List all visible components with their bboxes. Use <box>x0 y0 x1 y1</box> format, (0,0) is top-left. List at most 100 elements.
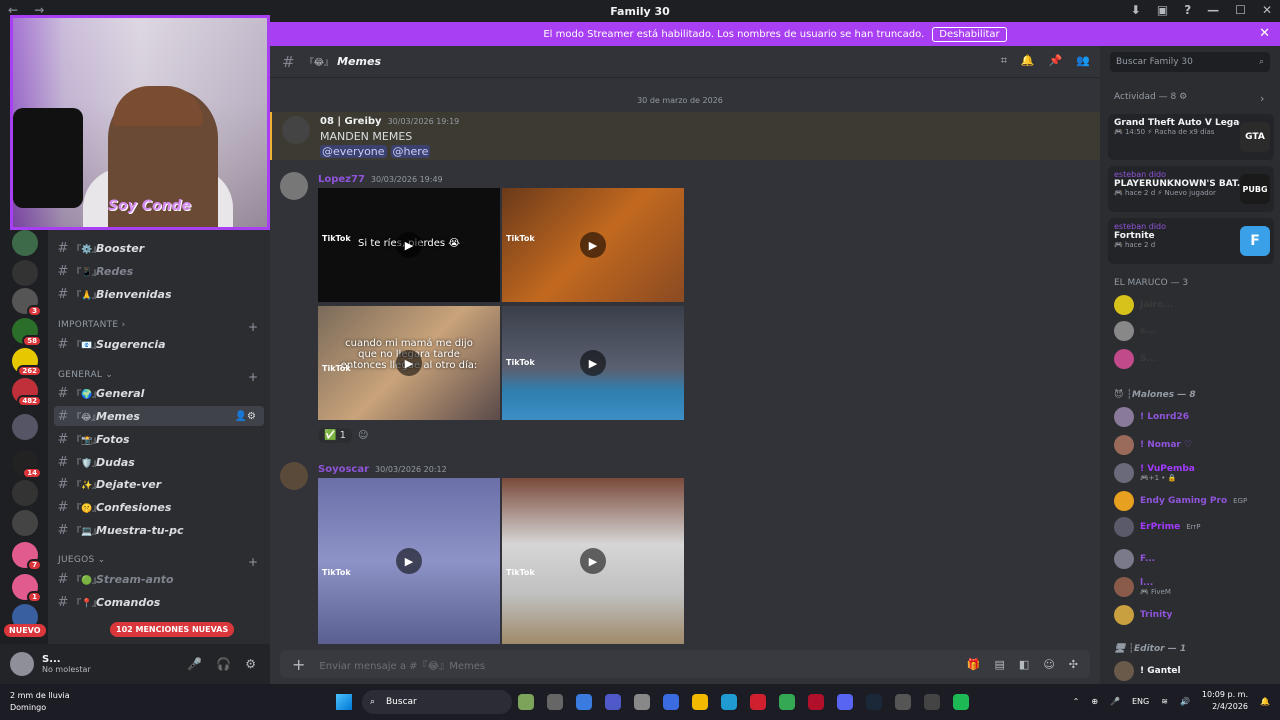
new-pill[interactable]: NUEVO <box>4 624 46 637</box>
message-input-placeholder[interactable]: Enviar mensaje a #『😂』Memes <box>319 657 485 672</box>
server-icon[interactable]: 7 <box>12 542 42 571</box>
play-icon[interactable]: ▶ <box>396 232 422 258</box>
threads-icon[interactable]: ⌗ <box>1001 54 1007 68</box>
server-icon[interactable] <box>12 414 38 440</box>
taskbar-search[interactable]: ⌕ Buscar <box>362 690 512 714</box>
channel-muestra-tu-pc[interactable]: # 『💻』 Muestra-tu-pc <box>54 520 264 540</box>
app-icon[interactable] <box>518 694 534 710</box>
app-icon[interactable] <box>866 694 882 710</box>
video-embed[interactable]: TikTok ▶ <box>502 188 684 302</box>
avatar[interactable] <box>282 116 310 144</box>
server-icon[interactable] <box>12 480 38 506</box>
add-reaction-icon[interactable]: ☺ <box>358 430 368 441</box>
member-item[interactable]: ! Gantel <box>1114 660 1181 682</box>
gift-icon[interactable]: 🎁 <box>967 658 981 671</box>
gif-icon[interactable]: ▤ <box>995 658 1005 671</box>
search-icon[interactable]: ⌕ <box>1259 57 1264 67</box>
member-item[interactable]: ! Lonrd26 <box>1114 406 1189 428</box>
app-icon[interactable] <box>808 694 824 710</box>
channel-memes[interactable]: # 『😂』 Memes 👤⚙ <box>54 406 264 426</box>
member-item[interactable]: S... <box>1114 348 1157 370</box>
emoji-icon[interactable]: ☺ <box>1043 658 1054 671</box>
add-channel-icon[interactable]: + <box>248 370 258 384</box>
app-icon[interactable] <box>953 694 969 710</box>
play-icon[interactable]: ▶ <box>396 350 422 376</box>
video-embed[interactable]: Si te ríes, pierdes 😭 TikTok ▶ <box>318 188 500 302</box>
network-icon[interactable]: ⊕ <box>1091 697 1098 706</box>
server-icon[interactable]: 482 <box>12 378 42 407</box>
weather-widget[interactable]: 2 mm de lluvia Domingo <box>10 690 70 714</box>
channel-booster[interactable]: # 『⚙️』 Booster <box>54 238 264 258</box>
help-icon[interactable]: ? <box>1184 3 1191 17</box>
add-channel-icon[interactable]: + <box>248 555 258 569</box>
apps-icon[interactable]: ✣ <box>1069 658 1078 671</box>
category-general[interactable]: GENERAL ⌄ + <box>58 370 258 384</box>
headphones-icon[interactable]: 🎧 <box>216 657 231 671</box>
member-item[interactable]: ErPrime ErrP <box>1114 516 1200 538</box>
app-icon[interactable] <box>576 694 592 710</box>
invite-settings-icons[interactable]: 👤⚙ <box>235 411 256 422</box>
search-input[interactable]: Buscar Family 30 ⌕ <box>1110 52 1270 72</box>
sticker-icon[interactable]: ◧ <box>1019 658 1029 671</box>
member-item[interactable]: Endy Gaming Pro EGP <box>1114 490 1247 512</box>
mention-here[interactable]: @here <box>390 145 431 158</box>
video-embed[interactable]: TikTok ▶ <box>502 306 684 420</box>
message-composer[interactable]: + Enviar mensaje a #『😂』Memes 🎁 ▤ ◧ ☺ ✣ <box>280 650 1090 678</box>
member-item[interactable]: ! VuPemba 🎮+1 • 🔒 <box>1114 462 1195 484</box>
windows-start-icon[interactable] <box>336 694 352 710</box>
video-embed[interactable]: cuando mi mamá me dijo que no llegara ta… <box>318 306 500 420</box>
server-icon[interactable] <box>12 510 38 536</box>
server-icon[interactable]: 3 <box>12 288 42 317</box>
reaction-check[interactable]: ✅ 1 <box>318 428 353 443</box>
member-item[interactable]: F... <box>1114 548 1155 570</box>
add-channel-icon[interactable]: + <box>248 320 258 334</box>
channel-dejate-ver[interactable]: # 『✨』 Dejate-ver <box>54 474 264 494</box>
channel-bienvenidas[interactable]: # 『🙏』 Bienvenidas <box>54 284 264 304</box>
play-icon[interactable]: ▶ <box>580 232 606 258</box>
pin-icon[interactable]: 📌 <box>1049 54 1063 68</box>
channel-comandos[interactable]: # 『📍』 Comandos <box>54 592 264 612</box>
channel-sugerencia[interactable]: # 『📧』 Sugerencia <box>54 334 264 354</box>
chevron-right-icon[interactable]: › <box>1260 92 1264 105</box>
channel-general[interactable]: # 『🌍』 General <box>54 383 264 403</box>
category-importante[interactable]: IMPORTANTE › + <box>58 320 258 334</box>
minimize-button[interactable]: — <box>1207 3 1219 17</box>
server-icon[interactable]: 262 <box>12 348 42 377</box>
app-icon[interactable] <box>750 694 766 710</box>
video-embed[interactable]: TikTok ▶ <box>318 478 500 644</box>
server-icon[interactable]: 58 <box>12 318 42 347</box>
channel-dudas[interactable]: # 『🛡️』 Dudas <box>54 452 264 472</box>
mic-icon[interactable]: 🎤 <box>1110 697 1120 706</box>
channel-confesiones[interactable]: # 『🤫』 Confesiones <box>54 497 264 517</box>
app-icon[interactable] <box>837 694 853 710</box>
app-icon[interactable] <box>547 694 563 710</box>
microphone-icon[interactable]: 🎤 <box>187 657 202 671</box>
activity-card[interactable]: esteban dido PLAYERUNKNOWN'S BAT... 🎮 ha… <box>1108 166 1274 212</box>
disable-streamer-button[interactable]: Deshabilitar <box>932 26 1007 42</box>
mention-everyone[interactable]: @everyone <box>320 145 387 158</box>
bell-icon[interactable]: 🔔 <box>1021 54 1035 68</box>
server-icon[interactable] <box>12 260 38 286</box>
message-author[interactable]: Lopez77 <box>318 174 365 185</box>
channel-stream-anto[interactable]: # 『🟢』 Stream-anto <box>54 569 264 589</box>
settings-gear-icon[interactable]: ⚙ <box>245 657 256 671</box>
notification-bell-icon[interactable]: 🔔 <box>1260 697 1270 706</box>
new-mentions-pill[interactable]: 102 MENCIONES NUEVAS <box>110 622 235 637</box>
avatar[interactable] <box>280 462 308 490</box>
app-icon[interactable] <box>779 694 795 710</box>
play-icon[interactable]: ▶ <box>580 350 606 376</box>
app-icon[interactable] <box>692 694 708 710</box>
activity-card[interactable]: Grand Theft Auto V Legacy 🎮 14:50 ⚡ Rach… <box>1108 114 1274 160</box>
app-icon[interactable] <box>663 694 679 710</box>
channel-fotos[interactable]: # 『📸』 Fotos <box>54 429 264 449</box>
lang-indicator[interactable]: ENG <box>1132 697 1149 706</box>
activity-card[interactable]: esteban dido Fortnite 🎮 hace 2 d F <box>1108 218 1274 264</box>
volume-icon[interactable]: 🔊 <box>1180 697 1190 706</box>
member-item[interactable]: Trinity <box>1114 604 1172 626</box>
app-icon[interactable] <box>634 694 650 710</box>
member-item[interactable]: ! Nomar ♡ <box>1114 434 1192 456</box>
server-icon[interactable]: 1 <box>12 574 42 603</box>
channel-redes[interactable]: # 『📱』 Redes <box>54 261 264 281</box>
members-icon[interactable]: 👥 <box>1076 54 1090 68</box>
app-icon[interactable] <box>895 694 911 710</box>
